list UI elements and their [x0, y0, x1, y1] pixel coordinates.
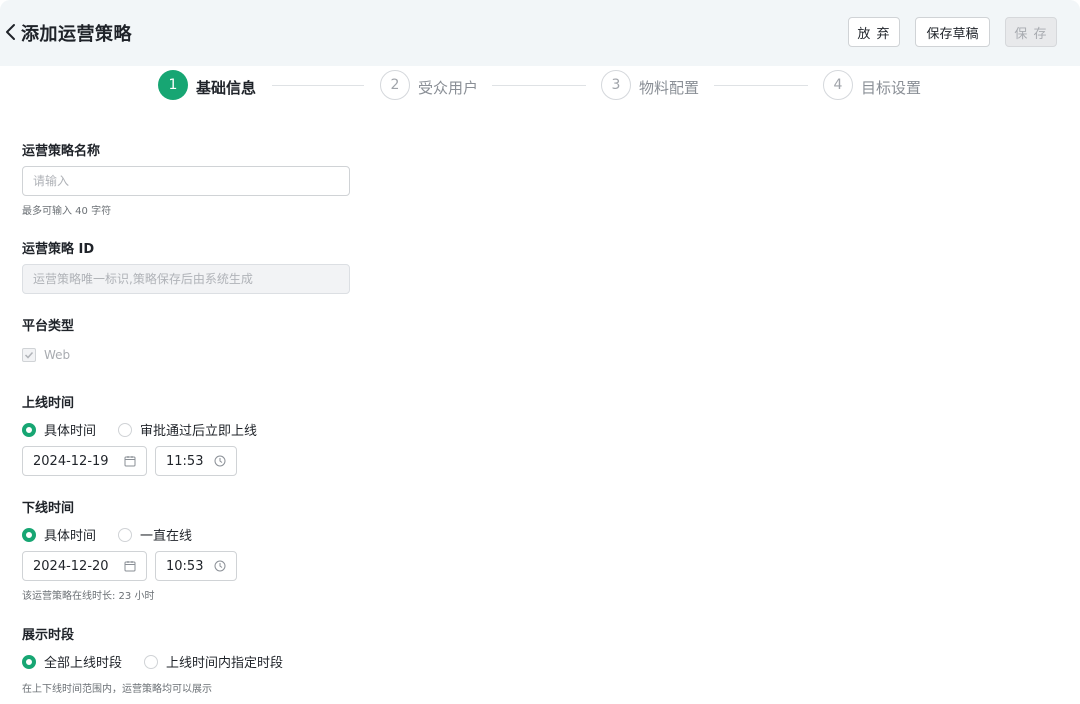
step-connector [714, 85, 808, 86]
save-button[interactable]: 保 存 [1005, 17, 1057, 47]
online-specific-time-radio[interactable]: 具体时间 [22, 420, 96, 439]
display-period-label: 展示时段 [22, 628, 75, 643]
strategy-name-help: 最多可输入 40 字符 [22, 206, 112, 217]
radio-checked-icon [22, 527, 36, 542]
step-4-label[interactable]: 目标设置 [861, 77, 921, 98]
offline-date-picker[interactable]: 2024-12-20 [22, 551, 147, 581]
back-chevron-icon[interactable] [4, 22, 18, 42]
offline-time-label: 下线时间 [22, 501, 75, 516]
display-all-period-radio[interactable]: 全部上线时段 [22, 652, 122, 671]
radio-checked-icon [22, 422, 36, 437]
check-icon [22, 348, 36, 362]
step-2-label[interactable]: 受众用户 [418, 77, 478, 98]
radio-unchecked-icon [118, 422, 133, 437]
strategy-id-input [22, 264, 350, 294]
offline-time-picker[interactable]: 10:53 [155, 551, 237, 581]
radio-label: 具体时间 [44, 529, 97, 544]
step-1-circle: 1 [158, 70, 188, 100]
offline-always-online-radio[interactable]: 一直在线 [118, 525, 192, 544]
strategy-name-label: 运营策略名称 [22, 144, 101, 159]
online-time-radio-group: 具体时间 审批通过后立即上线 [22, 420, 279, 439]
radio-label: 审批通过后立即上线 [140, 424, 258, 439]
clock-icon [214, 560, 226, 572]
page-title: 添加运营策略 [21, 24, 132, 45]
radio-label: 上线时间内指定时段 [166, 656, 284, 671]
page-header: 添加运营策略 放 弃 保存草稿 保 存 [0, 0, 1080, 66]
online-duration-help: 该运营策略在线时长: 23 小时 [22, 591, 155, 602]
save-draft-button[interactable]: 保存草稿 [915, 17, 990, 47]
step-3-label[interactable]: 物料配置 [639, 77, 699, 98]
radio-checked-icon [22, 654, 36, 669]
radio-label: 一直在线 [140, 529, 193, 544]
online-time-label: 上线时间 [22, 396, 75, 411]
step-3-circle: 3 [601, 70, 631, 100]
clock-icon [214, 455, 226, 467]
display-specified-period-radio[interactable]: 上线时间内指定时段 [144, 652, 283, 671]
online-time-picker[interactable]: 11:53 [155, 446, 237, 476]
calendar-icon [124, 560, 136, 572]
strategy-name-input[interactable] [22, 166, 350, 196]
strategy-id-label: 运营策略 ID [22, 242, 95, 257]
offline-date-value: 2024-12-20 [33, 558, 109, 574]
online-date-picker[interactable]: 2024-12-19 [22, 446, 147, 476]
radio-label: 具体时间 [44, 424, 97, 439]
offline-time-value: 10:53 [166, 558, 204, 574]
step-connector [492, 85, 586, 86]
step-4-circle: 4 [823, 70, 853, 100]
radio-unchecked-icon [118, 527, 133, 542]
offline-specific-time-radio[interactable]: 具体时间 [22, 525, 96, 544]
display-period-radio-group: 全部上线时段 上线时间内指定时段 [22, 652, 305, 671]
platform-web-label: Web [44, 348, 71, 362]
online-date-value: 2024-12-19 [33, 453, 109, 469]
calendar-icon [124, 455, 136, 467]
step-1-label[interactable]: 基础信息 [196, 77, 256, 98]
step-indicator: 1 基础信息 2 受众用户 3 物料配置 4 目标设置 [0, 70, 1080, 102]
platform-type-label: 平台类型 [22, 319, 75, 334]
step-2-circle: 2 [380, 70, 410, 100]
online-after-approval-radio[interactable]: 审批通过后立即上线 [118, 420, 257, 439]
discard-button[interactable]: 放 弃 [848, 17, 900, 47]
radio-unchecked-icon [144, 654, 159, 669]
online-time-value: 11:53 [166, 453, 204, 469]
radio-label: 全部上线时段 [44, 656, 123, 671]
display-period-help: 在上下线时间范围内，运营策略均可以展示 [22, 684, 212, 695]
platform-web-checkbox: Web [22, 348, 70, 362]
step-connector [272, 85, 364, 86]
offline-time-radio-group: 具体时间 一直在线 [22, 525, 214, 544]
